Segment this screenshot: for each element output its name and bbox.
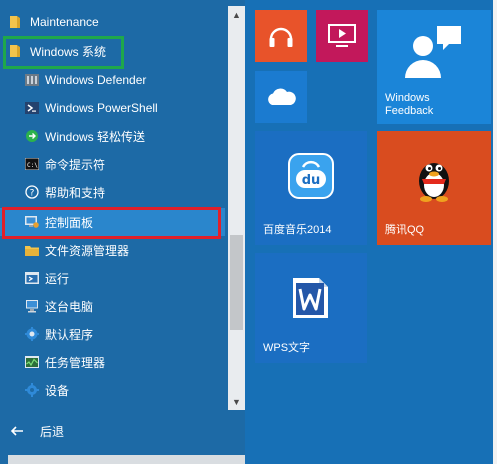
tile-label-line-2: Feedback [385, 105, 434, 117]
svg-text:?: ? [30, 189, 35, 199]
menu-item-label: 控制面板 [45, 215, 94, 230]
folder-icon [8, 15, 22, 29]
search-box-edge [8, 455, 245, 464]
menu-item-label: Windows 轻松传送 [45, 129, 146, 144]
window-edge [493, 0, 497, 464]
menu-item-label: Windows PowerShell [45, 101, 158, 115]
cmd-icon: C:\ [25, 157, 39, 171]
task-manager-icon [25, 355, 39, 369]
back-button[interactable]: 后退 [0, 418, 225, 444]
headphones-icon [266, 21, 296, 56]
feedback-person-icon [403, 24, 463, 85]
menu-item-label: 命令提示符 [45, 157, 106, 172]
menu-item-label: 帮助和支持 [45, 185, 106, 200]
devices-icon [25, 383, 39, 397]
menu-item-this-pc[interactable]: 这台电脑 [0, 292, 225, 320]
tile-label: Windows Feedback [385, 92, 433, 118]
tile-label: WPS文字 [263, 342, 311, 354]
menu-item-label: Windows Defender [45, 73, 147, 87]
defender-icon [25, 73, 39, 87]
back-arrow-icon [10, 423, 26, 439]
baidu-music-icon: du [288, 153, 334, 204]
tile-wps[interactable]: WPS文字 [255, 253, 367, 363]
tile-label: 百度音乐2014 [263, 224, 332, 236]
tile-baidu-music[interactable]: du 百度音乐2014 [255, 131, 367, 245]
menu-item-label: 这台电脑 [45, 299, 94, 314]
svg-text:du: du [302, 173, 321, 188]
menu-item-windows-defender[interactable]: Windows Defender [0, 66, 225, 94]
default-programs-icon [25, 327, 39, 341]
menu-item-task-manager[interactable]: 任务管理器 [0, 348, 225, 376]
file-explorer-icon [25, 243, 39, 257]
wps-icon [291, 277, 329, 324]
apps-list-scrollbar[interactable]: ▲ ▼ [228, 6, 245, 410]
apps-list-panel: Maintenance Windows 系统 Windows Defender … [0, 0, 245, 464]
tile-tencent-qq[interactable]: 腾讯QQ [377, 131, 491, 245]
menu-item-label: Windows 系统 [30, 44, 107, 59]
menu-item-help-support[interactable]: ? 帮助和支持 [0, 178, 225, 206]
tile-label-line-1: Windows [385, 92, 430, 104]
folder-icon [8, 44, 22, 58]
cloud-icon [265, 87, 297, 112]
menu-item-devices[interactable]: 设备 [0, 376, 225, 404]
tile-label: 腾讯QQ [385, 224, 425, 236]
powershell-icon [25, 101, 39, 115]
menu-item-command-prompt[interactable]: C:\ 命令提示符 [0, 150, 225, 178]
tile-music[interactable] [255, 10, 307, 62]
qq-penguin-icon [412, 153, 456, 208]
tile-windows-feedback[interactable]: Windows Feedback [377, 10, 491, 124]
scroll-up-icon[interactable]: ▲ [228, 6, 245, 23]
menu-item-run[interactable]: 运行 [0, 264, 225, 292]
menu-item-label: 任务管理器 [45, 355, 106, 370]
video-icon [328, 23, 356, 54]
menu-item-label: 设备 [45, 383, 70, 398]
menu-item-default-programs[interactable]: 默认程序 [0, 320, 225, 348]
menu-item-windows-powershell[interactable]: Windows PowerShell [0, 94, 225, 122]
run-icon [25, 271, 39, 285]
help-icon: ? [25, 185, 39, 199]
menu-item-maintenance[interactable]: Maintenance [0, 8, 225, 36]
menu-item-label: 文件资源管理器 [45, 243, 130, 258]
menu-item-windows-system[interactable]: Windows 系统 [0, 37, 225, 65]
easy-transfer-icon [25, 129, 39, 143]
scrollbar-thumb[interactable] [230, 235, 243, 330]
menu-item-label: 运行 [45, 271, 70, 286]
this-pc-icon [25, 299, 39, 313]
back-label: 后退 [40, 424, 65, 439]
scroll-down-icon[interactable]: ▼ [228, 393, 245, 410]
tile-onedrive[interactable] [255, 71, 307, 123]
svg-text:C:\: C:\ [27, 162, 38, 169]
menu-item-control-panel[interactable]: 控制面板 [0, 208, 225, 236]
tile-video[interactable] [316, 10, 368, 62]
menu-item-easy-transfer[interactable]: Windows 轻松传送 [0, 122, 225, 150]
menu-item-label: Maintenance [30, 15, 99, 29]
control-panel-icon [25, 215, 39, 229]
menu-item-file-explorer[interactable]: 文件资源管理器 [0, 236, 225, 264]
menu-item-label: 默认程序 [45, 327, 94, 342]
